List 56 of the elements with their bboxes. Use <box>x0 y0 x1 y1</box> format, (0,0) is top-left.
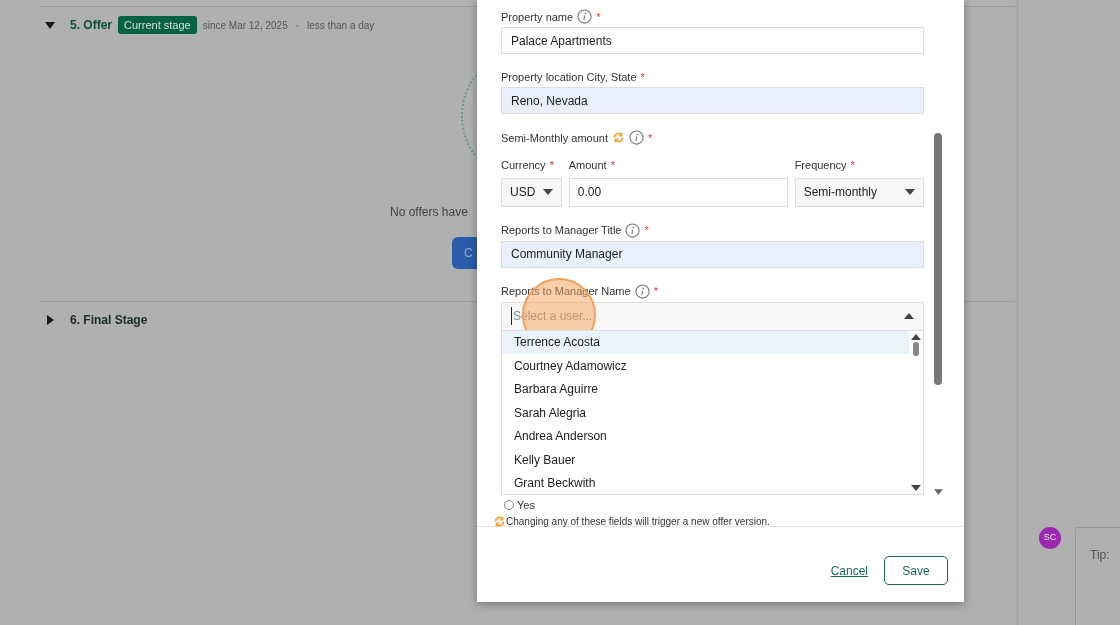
user-option[interactable]: Sarah Alegria <box>502 401 909 425</box>
field-label: Property location City, State <box>501 70 637 84</box>
since-text: since Mar 12, 2025 <box>202 18 288 33</box>
caret-icon <box>905 189 915 195</box>
field-label: Property name <box>501 9 574 24</box>
collapse-icon[interactable] <box>44 19 56 31</box>
user-option[interactable]: Barbara Aguirre <box>502 377 909 401</box>
caret-icon <box>542 189 553 195</box>
field-label: Semi-Monthly amount <box>501 130 608 145</box>
sync-icon <box>493 515 506 528</box>
text-field[interactable]: Palace Apartments <box>501 27 924 54</box>
radio-label: Yes <box>517 499 535 511</box>
version-note: Changing any of these fields will trigger a new offer version. <box>506 515 770 529</box>
stage-title[interactable]: 5. Offer <box>70 16 112 34</box>
info-icon <box>577 9 593 24</box>
field-label: Reports to Manager Title <box>501 223 622 237</box>
comment-box[interactable]: Tip: <box>1075 527 1120 625</box>
scroll-down-icon[interactable] <box>934 489 943 495</box>
scrollbar-thumb[interactable] <box>913 341 919 356</box>
info-icon <box>634 283 650 299</box>
cancel-link[interactable]: Cancel <box>830 561 868 580</box>
required-mark: * <box>549 158 554 173</box>
user-option[interactable]: Courtney Adamowicz <box>502 354 909 378</box>
stage-title[interactable]: 6. Final Stage <box>70 311 148 329</box>
required-mark: * <box>610 158 615 173</box>
required-mark: * <box>644 223 649 237</box>
user-option[interactable]: Terrence Acosta <box>502 330 909 354</box>
info-icon <box>629 130 644 145</box>
required-mark: * <box>648 130 653 145</box>
modal-scrollbar[interactable] <box>934 133 942 385</box>
user-option[interactable]: Kelly Bauer <box>502 448 909 472</box>
required-mark: * <box>596 9 601 24</box>
text-field[interactable]: Reno, Nevada <box>501 87 924 114</box>
required-mark: * <box>653 284 658 298</box>
caret-icon <box>904 313 914 319</box>
save-button[interactable]: Save <box>884 556 948 585</box>
user-option[interactable]: Andrea Anderson <box>502 424 909 448</box>
user-option[interactable]: Grant Beckwith <box>502 471 909 494</box>
caret-icon <box>911 484 921 491</box>
field-label: Amount <box>568 158 607 173</box>
currency-select[interactable]: USD <box>501 177 562 207</box>
required-mark: * <box>640 70 645 84</box>
expand-icon[interactable] <box>44 314 56 326</box>
text-field[interactable]: Community Manager <box>501 240 924 268</box>
stage-badge: Current stage <box>118 15 197 35</box>
required-mark: * <box>850 158 855 173</box>
amount-field[interactable]: 0.00 <box>568 177 788 207</box>
info-icon <box>625 222 641 238</box>
duration-text: less than a day <box>307 18 375 33</box>
caret-icon <box>911 333 921 340</box>
user-avatar: SC <box>1039 527 1061 549</box>
frequency-select[interactable]: Semi-monthly <box>794 177 924 207</box>
sync-icon <box>612 131 625 144</box>
field-label: Currency <box>501 158 546 173</box>
separator: · <box>294 18 301 33</box>
field-label: Frequency <box>794 158 847 173</box>
